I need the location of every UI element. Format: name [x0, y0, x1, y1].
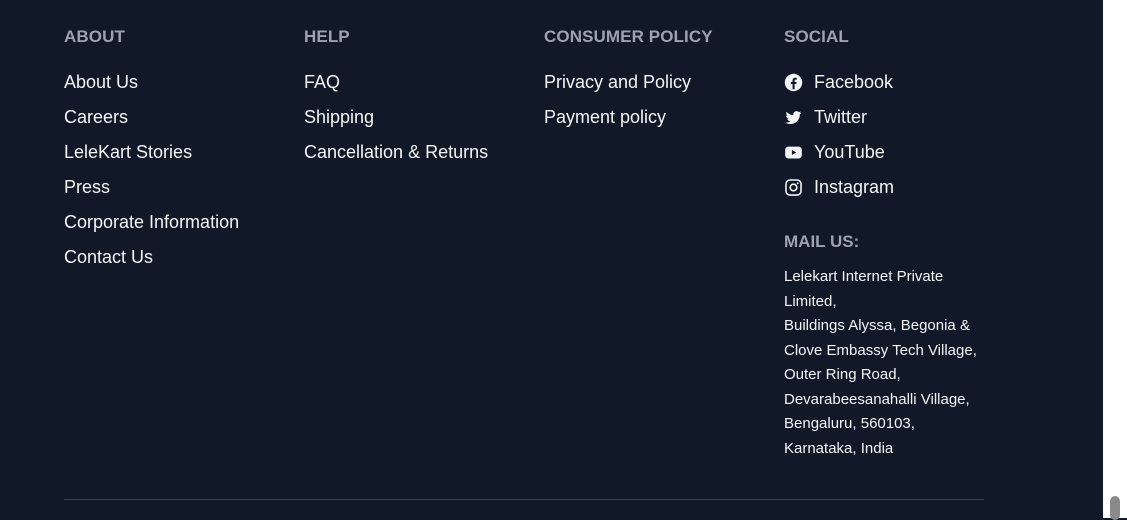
mail-us-block: MAIL US: Lelekart Internet Private Limit… [784, 231, 984, 461]
footer-column-social: SOCIAL Facebook Twitter YouTube Instagra… [784, 26, 894, 210]
mail-us-heading: MAIL US: [784, 232, 860, 251]
twitter-icon [784, 108, 803, 127]
site-footer: ABOUT About Us Careers LeleKart Stories … [0, 0, 1103, 518]
footer-links-about: About Us Careers LeleKart Stories Press … [64, 70, 239, 280]
mail-address: Lelekart Internet Private Limited, Build… [784, 265, 984, 461]
footer-link-about-us[interactable]: About Us [64, 70, 138, 94]
youtube-icon [784, 143, 803, 162]
footer-link-contact-us[interactable]: Contact Us [64, 245, 153, 269]
footer-heading-help: HELP [304, 27, 350, 46]
footer-divider [64, 499, 984, 500]
footer-column-help: HELP FAQ Shipping Cancellation & Returns [304, 26, 488, 175]
footer-link-shipping[interactable]: Shipping [304, 105, 374, 129]
footer-heading-about: ABOUT [64, 27, 125, 46]
mail-address-line: Buildings Alyssa, Begonia & Clove Embass… [784, 317, 977, 359]
footer-heading-consumer-policy: CONSUMER POLICY [544, 27, 713, 46]
footer-link-cancellation-returns[interactable]: Cancellation & Returns [304, 140, 488, 164]
mail-address-line: Outer Ring Road, Devarabeesanahalli Vill… [784, 366, 970, 408]
footer-link-careers[interactable]: Careers [64, 105, 128, 129]
footer-link-instagram[interactable]: Instagram [784, 175, 894, 199]
footer-link-facebook-label: Facebook [814, 72, 894, 92]
footer-link-press[interactable]: Press [64, 175, 110, 199]
mail-address-line: Karnataka, India [784, 439, 894, 457]
footer-heading-social: SOCIAL [784, 27, 849, 46]
footer-column-consumer-policy: CONSUMER POLICY Privacy and Policy Payme… [544, 26, 713, 140]
footer-link-instagram-label: Instagram [814, 177, 895, 197]
footer-column-about: ABOUT About Us Careers LeleKart Stories … [64, 26, 239, 280]
footer-link-youtube-label: YouTube [814, 142, 885, 162]
facebook-icon [784, 73, 803, 92]
instagram-icon [784, 178, 803, 197]
scrollbar-thumb[interactable] [1110, 496, 1120, 520]
footer-links-help: FAQ Shipping Cancellation & Returns [304, 70, 488, 175]
footer-link-stories[interactable]: LeleKart Stories [64, 140, 192, 164]
footer-link-twitter[interactable]: Twitter [784, 105, 867, 129]
footer-links-social: Facebook Twitter YouTube Instagram [784, 70, 894, 210]
page-scrollbar[interactable] [1103, 0, 1127, 520]
footer-link-twitter-label: Twitter [814, 107, 868, 127]
mail-address-line: Lelekart Internet Private Limited, [784, 268, 944, 310]
footer-link-faq[interactable]: FAQ [304, 70, 340, 94]
mail-address-line: Bengaluru, 560103, [784, 415, 915, 432]
footer-link-payment-policy[interactable]: Payment policy [544, 105, 666, 129]
footer-link-youtube[interactable]: YouTube [784, 140, 885, 164]
footer-links-consumer-policy: Privacy and Policy Payment policy [544, 70, 713, 140]
footer-link-privacy-policy[interactable]: Privacy and Policy [544, 70, 691, 94]
footer-link-facebook[interactable]: Facebook [784, 70, 893, 94]
footer-link-corporate-information[interactable]: Corporate Information [64, 210, 239, 234]
